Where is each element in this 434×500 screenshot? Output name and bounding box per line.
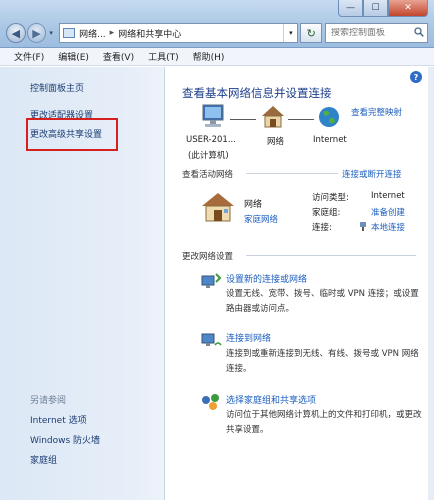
annotation-highlight-box [26, 118, 118, 151]
connect-to-network-icon[interactable] [200, 331, 222, 351]
house-network-icon[interactable] [260, 104, 286, 130]
maximize-button[interactable]: ☐ [363, 0, 388, 17]
task-homegroup-sharing-options[interactable]: 选择家庭组和共享选项 [226, 393, 316, 406]
search-input[interactable] [330, 28, 411, 38]
task-setup-new-connection[interactable]: 设置新的连接或网络 [226, 272, 307, 285]
close-button[interactable]: ✕ [388, 0, 428, 17]
map-internet-label: Internet [313, 135, 347, 145]
homegroup-ready-link[interactable]: 准备创建 [371, 206, 405, 218]
address-bar[interactable]: 网络... ▸ 网络和共享中心 ▾ [59, 23, 299, 43]
task-homegroup-sharing-desc: 访问位于其他网络计算机上的文件和打印机，或更改共享设置。 [226, 410, 422, 435]
window-title-bar: — ☐ ✕ ◀ ▶ ▾ 网络... ▸ 网络和共享中心 ▾ ↻ [0, 0, 434, 48]
active-networks-heading: 查看活动网络 [182, 170, 234, 180]
task-connect-to-network[interactable]: 连接到网络 [226, 331, 271, 344]
see-also-heading: 另请参阅 [30, 396, 67, 406]
menu-edit[interactable]: 编辑(E) [58, 50, 89, 63]
access-type-value: Internet [371, 191, 405, 201]
task-connect-to-network-desc: 连接到或重新连接到无线、有线、拨号或 VPN 网络连接。 [226, 349, 419, 374]
map-link-line [230, 119, 256, 120]
see-also-windows-firewall[interactable]: Windows 防火墙 [30, 433, 100, 446]
menu-view[interactable]: 查看(V) [103, 50, 134, 63]
section-divider [246, 255, 416, 256]
map-network-label: 网络 [267, 137, 285, 147]
new-connection-icon[interactable] [200, 272, 222, 292]
menu-tools[interactable]: 工具(T) [148, 50, 179, 63]
connect-disconnect-link[interactable]: 连接或断开连接 [342, 168, 402, 180]
window-right-border [428, 67, 434, 500]
see-also-internet-options[interactable]: Internet 选项 [30, 413, 87, 426]
network-name: 网络 [244, 200, 263, 210]
page-title: 查看基本网络信息并设置连接 [182, 86, 332, 100]
task-setup-new-connection-desc: 设置无线、宽带、拨号、临时或 VPN 连接；或设置路由器或访问点。 [226, 289, 419, 314]
search-icon[interactable] [411, 26, 427, 40]
homegroup-sharing-icon[interactable] [200, 392, 222, 412]
network-map: USER-201... (此计算机) 网络 Internet [186, 104, 361, 164]
menu-file[interactable]: 文件(F) [14, 50, 44, 63]
internet-globe-icon[interactable] [317, 105, 341, 129]
see-also-homegroup[interactable]: 家庭组 [30, 453, 57, 466]
computer-icon[interactable] [200, 104, 228, 130]
breadcrumb-network-sharing-center[interactable]: 网络和共享中心 [118, 27, 181, 40]
navigation-row: ◀ ▶ ▾ 网络... ▸ 网络和共享中心 ▾ ↻ [6, 22, 428, 44]
main-content: ? 查看基本网络信息并设置连接 查看完整映射 USER-201... (此计算机… [166, 67, 428, 500]
homegroup-label: 家庭组: [312, 208, 341, 218]
forward-button[interactable]: ▶ [26, 23, 47, 43]
computer-name-label: USER-201... [186, 135, 236, 145]
change-settings-heading: 更改网络设置 [182, 252, 234, 262]
access-type-label: 访问类型: [312, 193, 349, 203]
recent-pages-dropdown[interactable]: ▾ [46, 29, 56, 37]
map-link-line [288, 119, 314, 120]
network-type-link[interactable]: 家庭网络 [244, 213, 278, 225]
home-network-icon[interactable] [200, 191, 236, 223]
address-dropdown-icon[interactable]: ▾ [283, 24, 297, 42]
window-controls: — ☐ ✕ [338, 0, 428, 18]
local-connection-link[interactable]: 本地连接 [371, 221, 405, 233]
minimize-button[interactable]: — [338, 0, 363, 17]
back-button[interactable]: ◀ [6, 23, 26, 43]
search-box[interactable] [324, 23, 428, 43]
breadcrumb-separator-icon[interactable]: ▸ [110, 28, 115, 38]
menu-bar: 文件(F) 编辑(E) 查看(V) 工具(T) 帮助(H) [0, 48, 434, 66]
connection-label: 连接: [312, 223, 332, 233]
sidebar-item-control-panel-home[interactable]: 控制面板主页 [30, 81, 84, 94]
control-panel-icon [63, 28, 76, 38]
help-icon[interactable]: ? [410, 71, 422, 83]
menu-help[interactable]: 帮助(H) [193, 50, 225, 63]
section-divider [246, 173, 338, 174]
breadcrumb-network[interactable]: 网络... [79, 27, 106, 40]
refresh-button[interactable]: ↻ [300, 23, 322, 43]
local-connection-icon [360, 222, 366, 231]
this-computer-label: (此计算机) [188, 151, 229, 161]
